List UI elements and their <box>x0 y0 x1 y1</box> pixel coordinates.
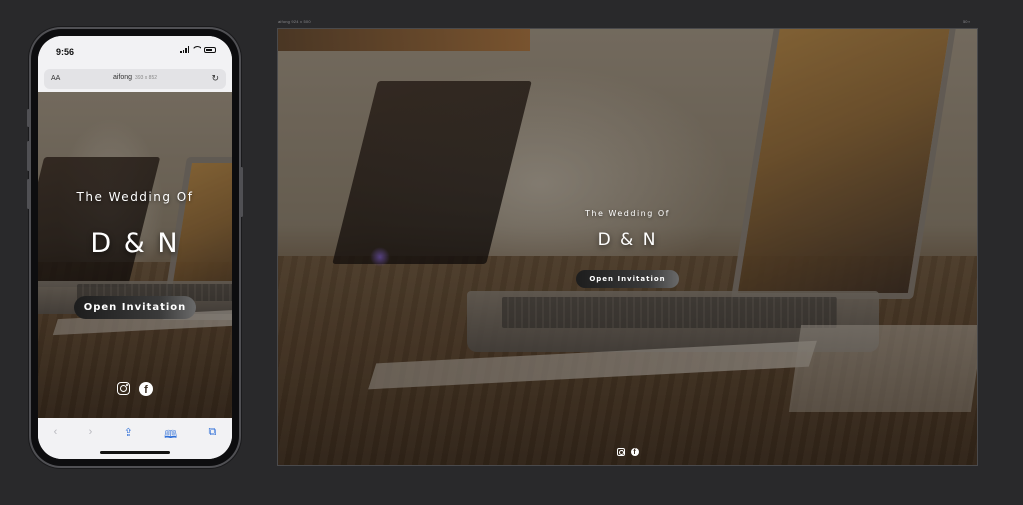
forward-icon[interactable]: › <box>89 426 93 438</box>
facebook-icon[interactable]: f <box>139 382 153 396</box>
status-icons <box>180 46 216 53</box>
back-icon[interactable]: ‹ <box>54 426 58 438</box>
social-links: f <box>278 448 977 456</box>
instagram-icon[interactable] <box>616 448 625 456</box>
phone-invitation-page: The Wedding Of D & N Open Invitation f <box>38 92 232 418</box>
desktop-preview-zoom: 50 ▪ <box>963 19 970 24</box>
desktop-preview-label: aifong 924 x 500 <box>278 19 311 24</box>
share-icon[interactable]: ⇪ <box>124 426 133 439</box>
cellular-signal-icon <box>180 46 189 53</box>
phone-power-button <box>240 167 243 217</box>
url-domain: aifong <box>112 74 133 81</box>
wedding-subtitle: The Wedding Of <box>585 209 670 218</box>
desktop-invitation-page: The Wedding Of D & N Open Invitation f <box>277 28 978 466</box>
safari-address-bar[interactable]: AA aifong 393 x 852 ↻ <box>44 69 226 89</box>
bookmarks-icon[interactable]: 🕮 <box>164 426 177 445</box>
url-viewport-size: 393 x 852 <box>135 75 158 81</box>
phone-status-bar: 9:56 <box>38 36 232 66</box>
instagram-icon[interactable] <box>117 382 130 395</box>
phone-volume-up <box>27 141 30 171</box>
reload-icon[interactable]: ↻ <box>211 73 219 84</box>
battery-icon <box>204 46 216 53</box>
status-time: 9:56 <box>56 47 75 57</box>
social-links: f <box>38 382 232 396</box>
home-indicator <box>100 451 170 454</box>
phone-mute-switch <box>27 109 30 127</box>
phone-screen: 9:56 AA aifong 393 x 852 ↻ The Wedding O… <box>38 36 232 459</box>
couple-names: D & N <box>597 230 658 250</box>
couple-names: D & N <box>90 228 180 259</box>
hero-content: The Wedding Of D & N Open Invitation f <box>38 92 232 418</box>
address-url[interactable]: aifong 393 x 852 <box>44 74 226 81</box>
hero-content: The Wedding Of D & N Open Invitation f <box>278 29 977 465</box>
wedding-subtitle: The Wedding Of <box>76 190 194 204</box>
wifi-icon <box>192 46 201 53</box>
open-invitation-button[interactable]: Open Invitation <box>576 270 679 288</box>
phone-mockup: 9:56 AA aifong 393 x 852 ↻ The Wedding O… <box>27 29 243 466</box>
facebook-icon[interactable]: f <box>630 448 639 456</box>
phone-volume-down <box>27 179 30 209</box>
tabs-icon[interactable]: ⧉ <box>208 426 216 439</box>
open-invitation-button[interactable]: Open Invitation <box>73 296 197 319</box>
